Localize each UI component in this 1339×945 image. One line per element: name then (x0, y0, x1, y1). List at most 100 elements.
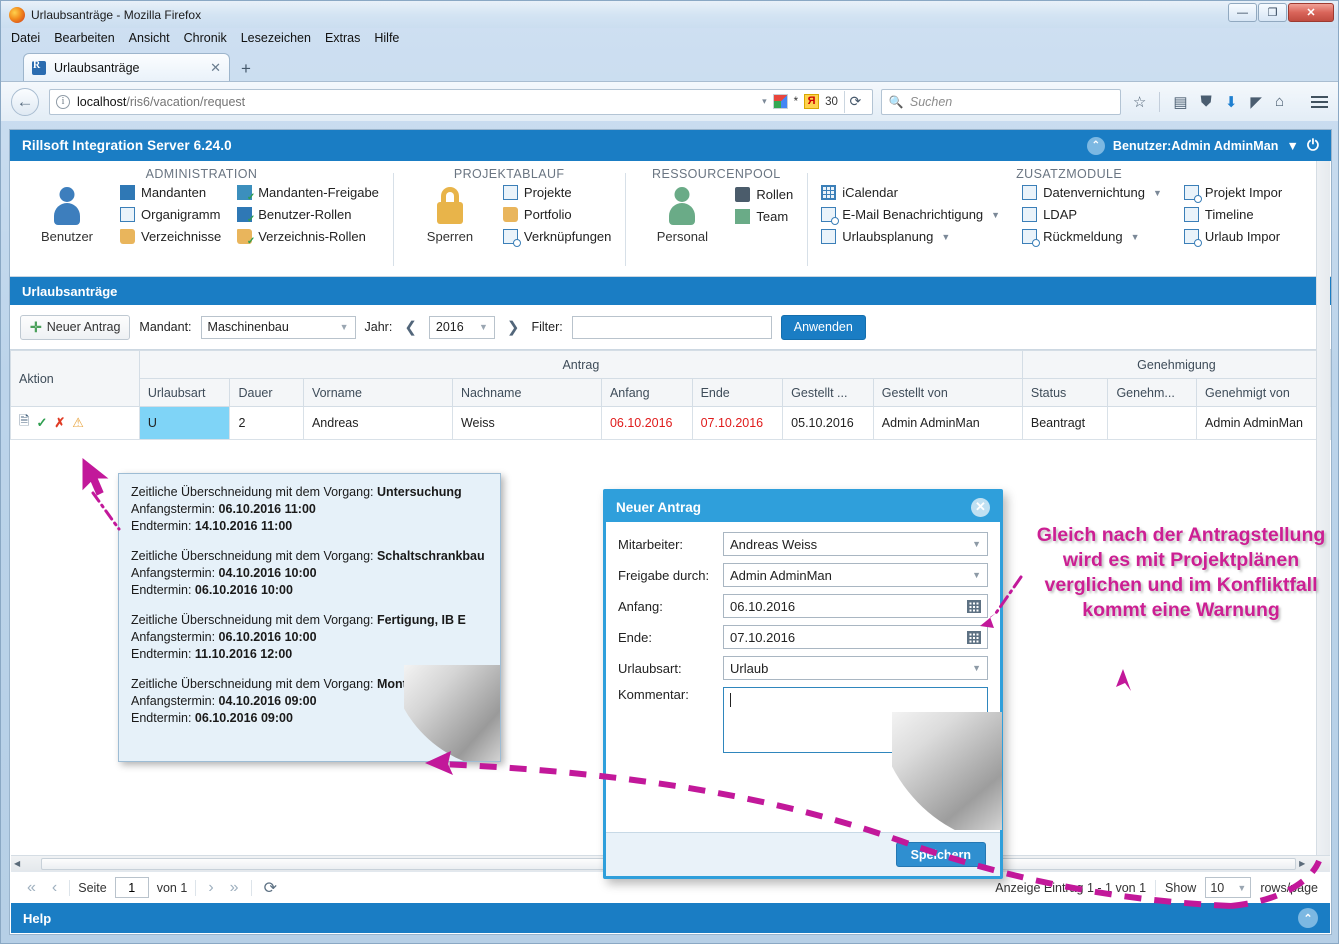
chevron-down-icon[interactable]: ▼ (991, 210, 1000, 220)
mitarbeiter-select[interactable]: Andreas Weiss ▼ (723, 532, 988, 556)
approve-icon[interactable]: ✓ (36, 415, 47, 431)
anfang-date-input[interactable]: 06.10.2016 (723, 594, 988, 618)
mandant-select[interactable]: Maschinenbau ▼ (200, 315, 356, 339)
minimize-button[interactable]: — (1228, 3, 1257, 22)
ribbon-item-projekt-import[interactable]: Projekt Impor (1183, 185, 1282, 203)
th-genehmigt-am[interactable]: Genehm... (1107, 378, 1198, 407)
th-genehmigt-von[interactable]: Genehmigt von (1196, 378, 1331, 407)
th-ende[interactable]: Ende (691, 378, 784, 407)
scroll-right-icon[interactable]: ▶ (1296, 859, 1308, 868)
ribbon-item-datenvernichtung[interactable]: Datenvernichtung ▼ (1022, 185, 1162, 200)
url-bar[interactable]: i localhost /ris6/vacation/request ▾ * Я… (49, 88, 873, 115)
urlbar-dropdown-icon[interactable]: ▾ (762, 96, 767, 107)
rows-per-page-select[interactable]: 10 ▼ (1205, 877, 1252, 898)
th-status[interactable]: Status (1021, 378, 1109, 407)
scroll-to-top-icon[interactable]: ⌃ (1298, 908, 1318, 928)
current-user-label[interactable]: Benutzer:Admin AdminMan (1113, 139, 1279, 153)
year-prev-button[interactable]: ❮ (401, 318, 420, 336)
scroll-left-icon[interactable]: ◀ (11, 859, 23, 868)
reload-icon[interactable]: ⟳ (843, 90, 866, 113)
browser-tab[interactable]: Urlaubsanträge ✕ (23, 53, 230, 81)
ribbon-big-sperren[interactable]: Sperren (407, 185, 493, 244)
help-link[interactable]: Help (23, 911, 51, 926)
filter-input[interactable] (571, 315, 772, 339)
ribbon-item-team[interactable]: Team (735, 209, 793, 224)
chevron-down-icon[interactable]: ▼ (1131, 232, 1140, 242)
th-urlaubsart[interactable]: Urlaubsart (138, 378, 231, 407)
search-bar[interactable]: 🔍 Suchen (880, 88, 1121, 115)
apply-button[interactable]: Anwenden (780, 314, 866, 340)
yandex-badge-icon[interactable]: Я (804, 94, 820, 109)
menu-bearbeiten[interactable]: Bearbeiten (54, 31, 114, 45)
menu-extras[interactable]: Extras (325, 31, 360, 45)
ribbon-big-personal[interactable]: Personal (639, 185, 725, 244)
ribbon-item-timeline[interactable]: Timeline (1183, 207, 1282, 222)
kommentar-textarea[interactable] (723, 687, 988, 753)
logout-power-icon[interactable]: ⏻ (1307, 137, 1319, 154)
ribbon-item-portfolio[interactable]: Portfolio (502, 207, 611, 222)
page-number-input[interactable] (114, 877, 149, 898)
shield-icon[interactable]: ⛊ (1201, 93, 1212, 110)
th-dauer[interactable]: Dauer (229, 378, 304, 407)
ribbon-item-projekte[interactable]: Projekte (502, 185, 611, 200)
menu-ansicht[interactable]: Ansicht (129, 31, 170, 45)
freigabe-select[interactable]: Admin AdminMan ▼ (723, 563, 988, 587)
next-page-button[interactable]: › (204, 879, 217, 897)
ribbon-item-email-benachrichtigung[interactable]: E-Mail Benachrichtigung ▼ (821, 207, 1000, 225)
refresh-icon[interactable]: ⟳ (260, 878, 281, 898)
menu-hamburger-icon[interactable] (1311, 95, 1328, 108)
th-vorname[interactable]: Vorname (302, 378, 453, 407)
new-request-button[interactable]: ✛ Neuer Antrag (20, 314, 131, 340)
new-tab-button[interactable]: + (241, 59, 251, 79)
ribbon-item-urlaubsplanung[interactable]: Urlaubsplanung ▼ (821, 229, 1000, 244)
calendar-icon[interactable] (967, 630, 981, 644)
jahr-select[interactable]: 2016 ▼ (428, 315, 495, 339)
collapse-ribbon-icon[interactable]: ⌃ (1086, 136, 1105, 155)
chevron-down-icon[interactable]: ▼ (1153, 188, 1162, 198)
ribbon-item-urlaub-import[interactable]: Urlaub Impor (1183, 229, 1282, 247)
reject-icon[interactable]: ✗ (54, 415, 65, 431)
chevron-down-icon[interactable]: ▼ (941, 232, 950, 242)
back-button-icon[interactable]: ← (11, 87, 39, 116)
ribbon-item-ldap[interactable]: LDAP (1022, 207, 1162, 222)
th-nachname[interactable]: Nachname (451, 378, 602, 407)
home-icon[interactable]: ⌂ (1275, 93, 1284, 110)
ribbon-item-verzeichnis-rollen[interactable]: ✓ Verzeichnis-Rollen (237, 229, 379, 247)
download-icon[interactable]: ⬇ (1225, 93, 1238, 111)
th-anfang[interactable]: Anfang (600, 378, 693, 407)
th-aktion[interactable]: Aktion (10, 350, 140, 407)
calendar-icon[interactable] (967, 599, 981, 613)
th-gestellt-am[interactable]: Gestellt ... (782, 378, 874, 407)
last-page-button[interactable]: » (226, 879, 243, 897)
close-button[interactable]: ✕ (1288, 3, 1334, 22)
pocket-icon[interactable]: ◤ (1250, 93, 1262, 111)
google-badge-icon[interactable] (772, 94, 788, 109)
ribbon-item-icalendar[interactable]: iCalendar (821, 185, 1000, 200)
user-menu-caret-icon[interactable]: ▼ (1287, 139, 1299, 153)
ribbon-item-rollen[interactable]: Rollen (735, 187, 793, 202)
menu-datei[interactable]: Datei (11, 31, 40, 45)
edit-icon[interactable]: 🗎 (19, 412, 29, 434)
table-row[interactable]: 🗎 ✓ ✗ ⚠ U 2 Andreas Weiss 06.10.2016 07.… (10, 406, 1331, 440)
th-gestellt-von[interactable]: Gestellt von (872, 378, 1023, 407)
ribbon-item-mandanten-freigabe[interactable]: ✓ Mandanten-Freigabe (237, 185, 379, 203)
site-info-icon[interactable]: i (56, 94, 70, 109)
ribbon-big-benutzer[interactable]: Benutzer (24, 185, 110, 244)
ribbon-item-rueckmeldung[interactable]: Rückmeldung ▼ (1022, 229, 1162, 247)
first-page-button[interactable]: « (23, 879, 40, 897)
ribbon-item-verknuepfungen[interactable]: Verknüpfungen (502, 229, 611, 247)
ende-date-input[interactable]: 07.10.2016 (723, 625, 988, 649)
ribbon-item-benutzer-rollen[interactable]: ✓ Benutzer-Rollen (237, 207, 379, 225)
close-icon[interactable]: ✕ (971, 497, 990, 517)
year-next-button[interactable]: ❯ (504, 318, 523, 336)
maximize-button[interactable]: ❐ (1258, 3, 1287, 22)
warning-icon[interactable]: ⚠ (72, 415, 84, 431)
ribbon-item-mandanten[interactable]: Mandanten (120, 185, 221, 200)
tab-close-icon[interactable]: ✕ (210, 60, 221, 76)
library-icon[interactable]: ▤ (1173, 93, 1187, 111)
cell-urlaubsart[interactable]: U (138, 406, 231, 440)
prev-page-button[interactable]: ‹ (48, 879, 61, 897)
menu-lesezeichen[interactable]: Lesezeichen (241, 31, 311, 45)
urlaubsart-select[interactable]: Urlaub ▼ (723, 656, 988, 680)
menu-hilfe[interactable]: Hilfe (374, 31, 399, 45)
